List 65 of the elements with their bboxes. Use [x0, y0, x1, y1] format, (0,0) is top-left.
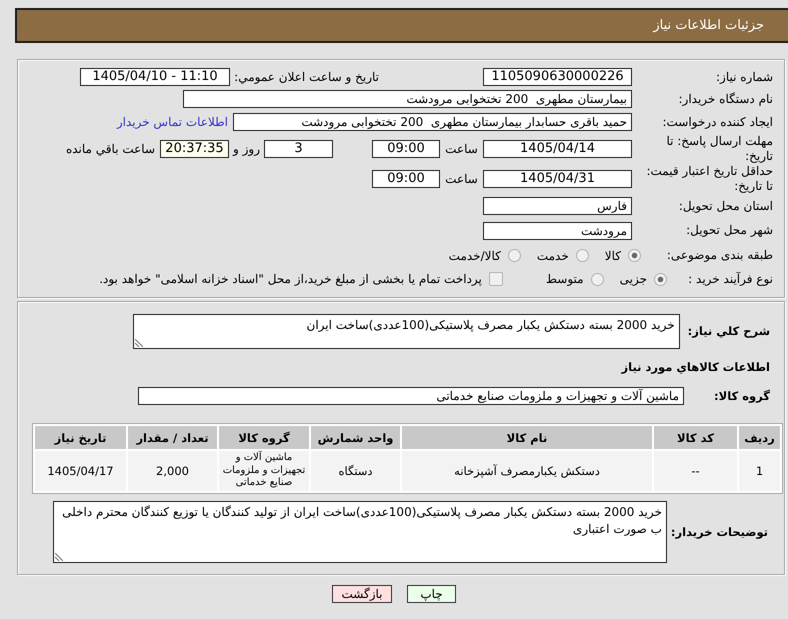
- resize-grip-icon[interactable]: [134, 339, 143, 347]
- days-left-field[interactable]: 3: [264, 140, 333, 158]
- validity-time-field[interactable]: 09:00: [372, 170, 440, 188]
- buyer-name-field[interactable]: بیمارستان مطهری 200 تختخوابی مرودشت: [183, 90, 632, 108]
- radio-button[interactable]: [654, 272, 667, 286]
- radio-label: کالا/خدمت: [448, 248, 501, 262]
- table-cell: --: [654, 451, 737, 491]
- table-cell: ماشین آلات و تجهیزات و ملزومات صنایع خدماتی: [219, 451, 309, 491]
- buyer-contact-link[interactable]: اطلاعات تماس خریدار: [116, 115, 228, 129]
- page-title: جزئیات اطلاعات نیاز: [653, 18, 764, 33]
- time-left-field[interactable]: 20:37:35: [160, 140, 229, 158]
- column-header: نام کالا: [402, 426, 652, 449]
- buyer-notes-box[interactable]: خرید 2000 بسته دستکش یکبار مصرف پلاستیکی(100عددی)ساخت ایران از تولید کنندگان یا توزیع کنندگان محترم داخلی ب صورت اعتباری: [53, 501, 667, 563]
- radio-label: کالا: [604, 248, 621, 262]
- table-cell: دستگاه: [311, 451, 400, 491]
- field-label: شرح کلي نياز:: [688, 324, 771, 339]
- time-label: ساعت: [444, 142, 479, 156]
- radio-label: جزیی: [620, 272, 647, 286]
- days-label: روز و: [232, 142, 261, 156]
- column-header: تعداد / مقدار: [128, 426, 217, 449]
- radio-button[interactable]: [628, 249, 641, 262]
- radio-button[interactable]: [576, 249, 589, 262]
- description-box[interactable]: خرید 2000 بسته دستکش یکبار مصرف پلاستیکی(100عددی)ساخت ایران: [132, 314, 680, 349]
- radio-button[interactable]: [508, 249, 521, 262]
- resize-grip-icon[interactable]: [55, 553, 63, 561]
- radio-label: خدمت: [536, 248, 569, 262]
- field-label: حداقل تاریخ اعتبار قیمت: تا تاریخ:: [645, 164, 774, 194]
- table-cell: دستکش یکبارمصرف آشپزخانه: [402, 451, 652, 491]
- field-label: استان محل تحویل:: [678, 198, 774, 214]
- radio-label: متوسط: [546, 272, 584, 286]
- time-left-label: ساعت باقي مانده: [66, 142, 155, 156]
- field-label: شماره نیاز:: [715, 70, 774, 84]
- need-number-field[interactable]: 1105090630000226: [483, 68, 632, 86]
- goods-group-field[interactable]: ماشین آلات و تجهیزات و ملزومات صنایع خدماتی: [138, 387, 684, 405]
- checkbox-label: پرداخت تمام یا بخشی از مبلغ خرید،از محل "اسناد خزانه اسلامی" خواهد بود.: [99, 272, 482, 286]
- field-label: نوع فرآیند خرید :: [687, 272, 774, 286]
- field-label: گروه کالا:: [713, 388, 771, 404]
- field-label: مهلت ارسال پاسخ: تا تاریخ:: [665, 134, 774, 164]
- deadline-date-field[interactable]: 1405/04/14: [483, 140, 632, 158]
- field-label: نام دستگاه خریدار:: [678, 92, 774, 106]
- province-field[interactable]: فارس: [483, 197, 632, 215]
- table-cell: 2,000: [128, 451, 217, 491]
- section-heading: اطلاعات کالاهاي مورد نياز: [620, 359, 771, 375]
- deadline-time-field[interactable]: 09:00: [372, 140, 440, 158]
- time-label: ساعت: [444, 172, 479, 186]
- table-cell: 1: [739, 451, 780, 491]
- field-label: توضیحات خریدار:: [670, 524, 769, 540]
- print-button[interactable]: چاپ: [407, 585, 456, 603]
- validity-date-field[interactable]: 1405/04/31: [483, 170, 632, 188]
- requester-field[interactable]: حمید باقری حسابدار بیمارستان مطهری 200 تختخوابی مرودشت: [233, 113, 632, 131]
- radio-button[interactable]: [590, 272, 604, 286]
- column-header: واحد شمارش: [311, 426, 400, 449]
- table-cell: 1405/04/17: [35, 451, 126, 491]
- field-label: ایجاد کننده درخواست:: [661, 114, 774, 130]
- column-header: تاريخ نياز: [35, 426, 126, 449]
- city-field[interactable]: مرودشت: [483, 222, 632, 240]
- field-label: شهر محل تحویل:: [685, 223, 774, 238]
- checkbox[interactable]: [488, 272, 503, 286]
- column-header: کد کالا: [654, 426, 737, 449]
- field-label: طبقه بندی موضوعی:: [666, 248, 774, 263]
- back-button[interactable]: بازگشت: [332, 585, 392, 603]
- column-header: گروه کالا: [219, 426, 309, 449]
- column-header: ردیف: [739, 426, 780, 449]
- announcement-date-field[interactable]: 1405/04/10 - 11:10: [80, 68, 230, 86]
- field-label: تاريخ و ساعت اعلان عمومي:: [233, 70, 379, 84]
